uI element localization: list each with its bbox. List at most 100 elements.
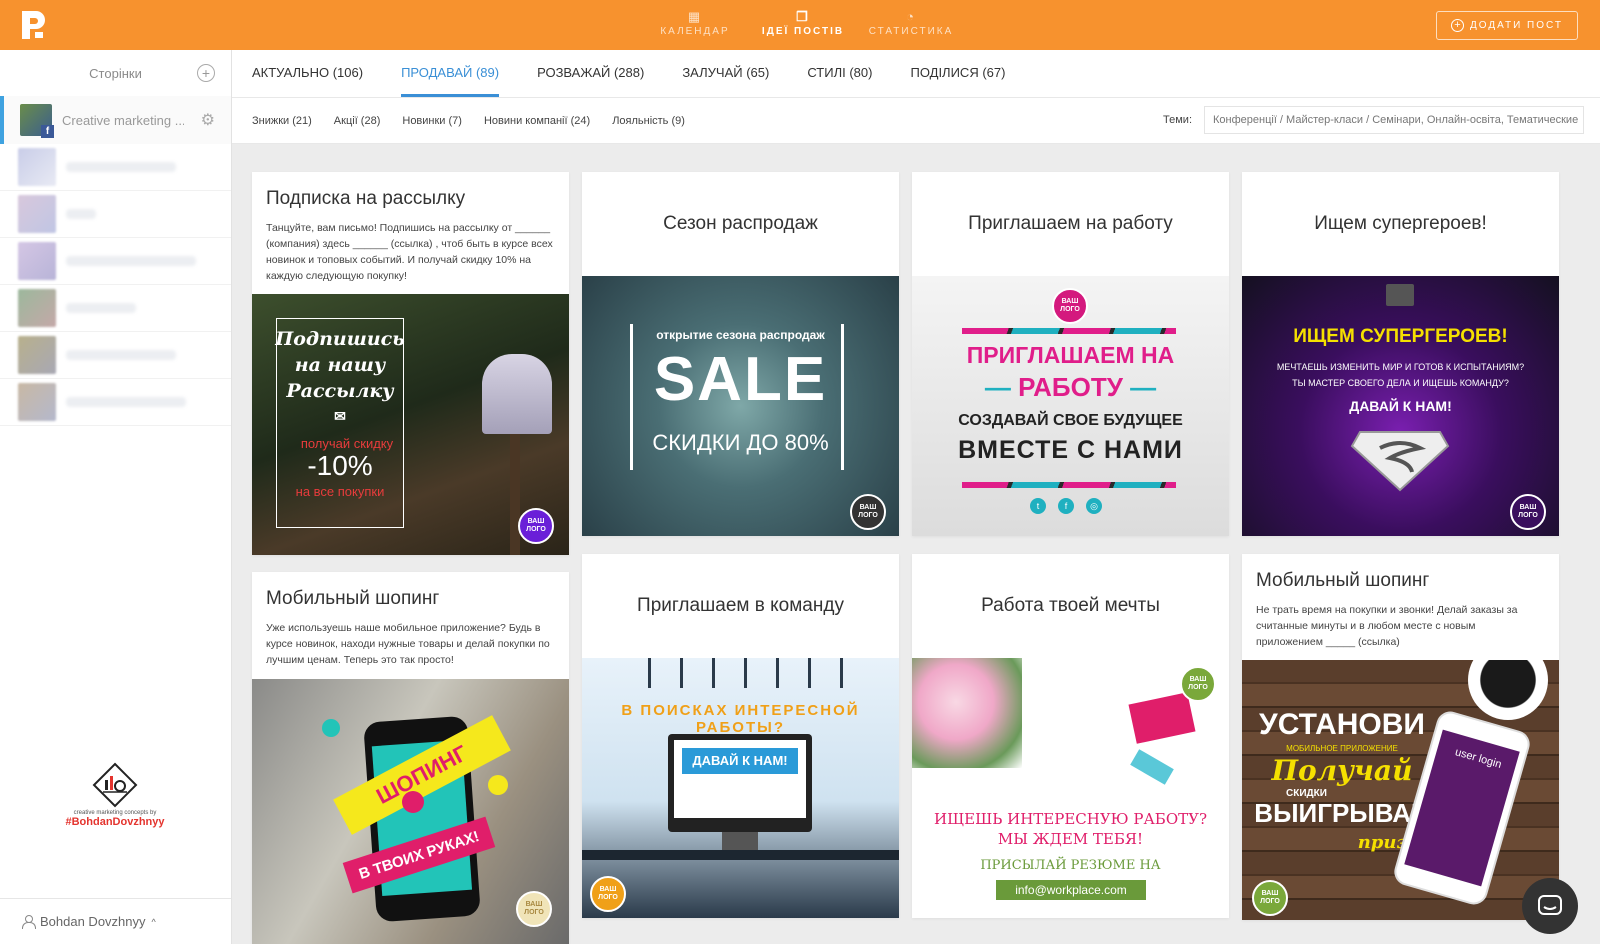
- image-text: СКИДКИ ДО 80%: [652, 430, 829, 455]
- image-text: ДАВАЙ К НАМ!: [1349, 398, 1452, 414]
- themes-input[interactable]: Конференції / Майстер-класи / Семінари, …: [1204, 106, 1584, 134]
- tab-actual[interactable]: АКТУАЛЬНО (106): [252, 50, 363, 97]
- add-page-icon[interactable]: +: [197, 64, 215, 82]
- image-text: МЫ ЖДЕМ ТЕБЯ!: [997, 830, 1144, 848]
- card-image: ШОПИНГ В ТВОИХ РУКАХ! ВАШ ЛОГО: [252, 679, 569, 944]
- tab-engage[interactable]: ЗАЛУЧАЙ (65): [682, 50, 769, 97]
- idea-card[interactable]: Сезон распродаж открытие сезона распрода…: [582, 172, 899, 536]
- subtab-loyalty[interactable]: Лояльність (9): [612, 115, 685, 127]
- sidebar-page[interactable]: [0, 285, 231, 332]
- image-text: открытие сезона распродаж: [656, 328, 825, 342]
- chart-icon: ◔: [906, 9, 916, 24]
- post-ideas-grid: Подписка на рассылку Танцуйте, вам письм…: [232, 144, 1600, 944]
- top-bar: ▦ КАЛЕНДАР ❐ ІДЕЇ ПОСТІВ ◔ СТАТИСТИКА + …: [0, 0, 1600, 50]
- image-text: ИЩЕМ СУПЕРГЕРОЕВ!: [1293, 326, 1508, 347]
- card-image: Подпишись на нашу Рассылку ✉ получай ски…: [252, 294, 569, 555]
- card-title: Работа твоей мечты: [981, 595, 1160, 616]
- logo-badge: ВАШ ЛОГО: [1180, 666, 1216, 702]
- app-logo[interactable]: [18, 9, 48, 41]
- facebook-icon: f: [41, 125, 54, 138]
- blurred-name: [66, 162, 176, 172]
- blurred-name: [66, 303, 136, 313]
- blurred-name: [66, 350, 176, 360]
- idea-card[interactable]: Ищем супергероев! ИЩЕМ СУПЕРГЕРОЕВ! МЕЧТ…: [1242, 172, 1559, 536]
- gear-icon[interactable]: ⚙: [201, 110, 215, 130]
- idea-card[interactable]: Приглашаем на работу ВАШ ЛОГО ПРИГЛАШАЕМ…: [912, 172, 1229, 536]
- card-title: Приглашаем в команду: [637, 595, 844, 616]
- subtab-new[interactable]: Новинки (7): [402, 115, 462, 127]
- pages-header: Сторінки +: [0, 50, 231, 96]
- monitor-shape: ДАВАЙ К НАМ!: [668, 734, 812, 832]
- sidebar-page[interactable]: [0, 144, 231, 191]
- avatar: [18, 289, 56, 327]
- image-text: СОЗДАВАЙ СВОЕ БУДУЩЕЕ: [958, 412, 1183, 429]
- subtab-promotions[interactable]: Акції (28): [334, 115, 381, 127]
- logo-badge: ВАШ ЛОГО: [1252, 880, 1288, 916]
- stripe-divider: [962, 328, 1176, 334]
- image-text: ВМЕСТЕ С НАМИ: [958, 436, 1183, 464]
- logo-badge: ВАШ ЛОГО: [1510, 494, 1546, 530]
- facebook-icon: f: [1058, 498, 1074, 514]
- brand-logo-icon: [92, 762, 138, 808]
- image-text: УСТАНОВИ: [1259, 708, 1425, 741]
- card-header: Приглашаем в команду: [582, 554, 899, 658]
- tab-share[interactable]: ПОДІЛИСЯ (67): [910, 50, 1005, 97]
- image-text: МОБИЛЬНОЕ ПРИЛОЖЕНИЕ: [1286, 744, 1398, 753]
- blurred-name: [66, 256, 196, 266]
- sidebar-page[interactable]: [0, 191, 231, 238]
- card-header: Приглашаем на работу: [912, 172, 1229, 276]
- card-title: Мобильный шопинг: [1256, 570, 1430, 591]
- logo-badge: ВАШ ЛОГО: [1052, 288, 1088, 324]
- category-tabs: АКТУАЛЬНО (106) ПРОДАВАЙ (89) РОЗВАЖАЙ (…: [232, 50, 1600, 98]
- lamp-shape: [1386, 284, 1414, 306]
- idea-card[interactable]: Мобильный шопинг Уже используешь наше мо…: [252, 572, 569, 944]
- twitter-icon: t: [1030, 498, 1046, 514]
- card-header: Мобильный шопинг Не трать время на покуп…: [1242, 554, 1559, 660]
- add-post-button[interactable]: + ДОДАТИ ПОСТ: [1436, 11, 1578, 40]
- image-text: на все покупки: [295, 484, 385, 499]
- idea-card[interactable]: Мобильный шопинг Не трать время на покуп…: [1242, 554, 1559, 920]
- notebook-shape: [1128, 692, 1196, 744]
- nav-calendar[interactable]: ▦ КАЛЕНДАР: [650, 8, 740, 37]
- image-text: info@workplace.com: [996, 880, 1146, 900]
- card-title: Подписка на рассылку: [266, 188, 466, 209]
- plus-icon: +: [1450, 19, 1464, 32]
- subtab-discounts[interactable]: Знижки (21): [252, 115, 312, 127]
- chat-launcher-button[interactable]: [1522, 878, 1578, 934]
- themes-label: Теми:: [1163, 114, 1192, 126]
- sidebar-page[interactable]: [0, 238, 231, 285]
- nav-statistics[interactable]: ◔ СТАТИСТИКА: [866, 8, 956, 37]
- sidebar-page[interactable]: [0, 332, 231, 379]
- sidebar-page-active[interactable]: f Creative marketing ... ⚙: [0, 96, 231, 144]
- sidebar-page[interactable]: [0, 379, 231, 426]
- avatar: [18, 336, 56, 374]
- user-icon: [22, 915, 36, 929]
- card-description: Не трать время на покупки и звонки! Дела…: [1256, 604, 1518, 648]
- lamps-shape: [622, 658, 862, 688]
- nav-post-ideas[interactable]: ❐ ІДЕЇ ПОСТІВ: [758, 8, 848, 37]
- card-header: Работа твоей мечты: [912, 554, 1229, 658]
- image-text: ПРИГЛАШАЕМ НА: [966, 342, 1175, 368]
- logo-badge: ВАШ ЛОГО: [516, 891, 552, 927]
- avatar: [18, 195, 56, 233]
- card-title: Сезон распродаж: [663, 213, 818, 234]
- coffee-cup-shape: [1468, 660, 1548, 720]
- idea-card[interactable]: Работа твоей мечты ВАШ ЛОГО ИЩЕШЬ ИНТЕРЕ…: [912, 554, 1229, 918]
- idea-card[interactable]: Приглашаем в команду В ПОИСКАХ ИНТЕРЕСНО…: [582, 554, 899, 918]
- card-header: Ищем супергероев!: [1242, 172, 1559, 276]
- image-text: получай скидку: [300, 436, 394, 451]
- tab-sell[interactable]: ПРОДАВАЙ (89): [401, 50, 500, 97]
- card-header: Сезон распродаж: [582, 172, 899, 276]
- idea-card[interactable]: Подписка на рассылку Танцуйте, вам письм…: [252, 172, 569, 555]
- top-nav: ▦ КАЛЕНДАР ❐ ІДЕЇ ПОСТІВ ◔ СТАТИСТИКА: [650, 8, 956, 37]
- image-text: Подпишись на нашу Рассылку ✉: [272, 326, 408, 430]
- image-text: В ПОИСКАХ ИНТЕРЕСНОЙ РАБОТЫ?: [621, 702, 860, 736]
- user-menu[interactable]: Bohdan Dovzhnyy ^: [0, 898, 231, 944]
- logo-badge: ВАШ ЛОГО: [850, 494, 886, 530]
- image-text: ПРИСЫЛАЙ РЕЗЮМЕ НА: [980, 858, 1161, 873]
- image-text: ДАВАЙ К НАМ!: [682, 748, 798, 774]
- subtab-company-news[interactable]: Новини компанії (24): [484, 115, 590, 127]
- tab-styles[interactable]: СТИЛІ (80): [807, 50, 872, 97]
- tab-entertain[interactable]: РОЗВАЖАЙ (288): [537, 50, 644, 97]
- superhero-emblem-icon: [1350, 431, 1450, 492]
